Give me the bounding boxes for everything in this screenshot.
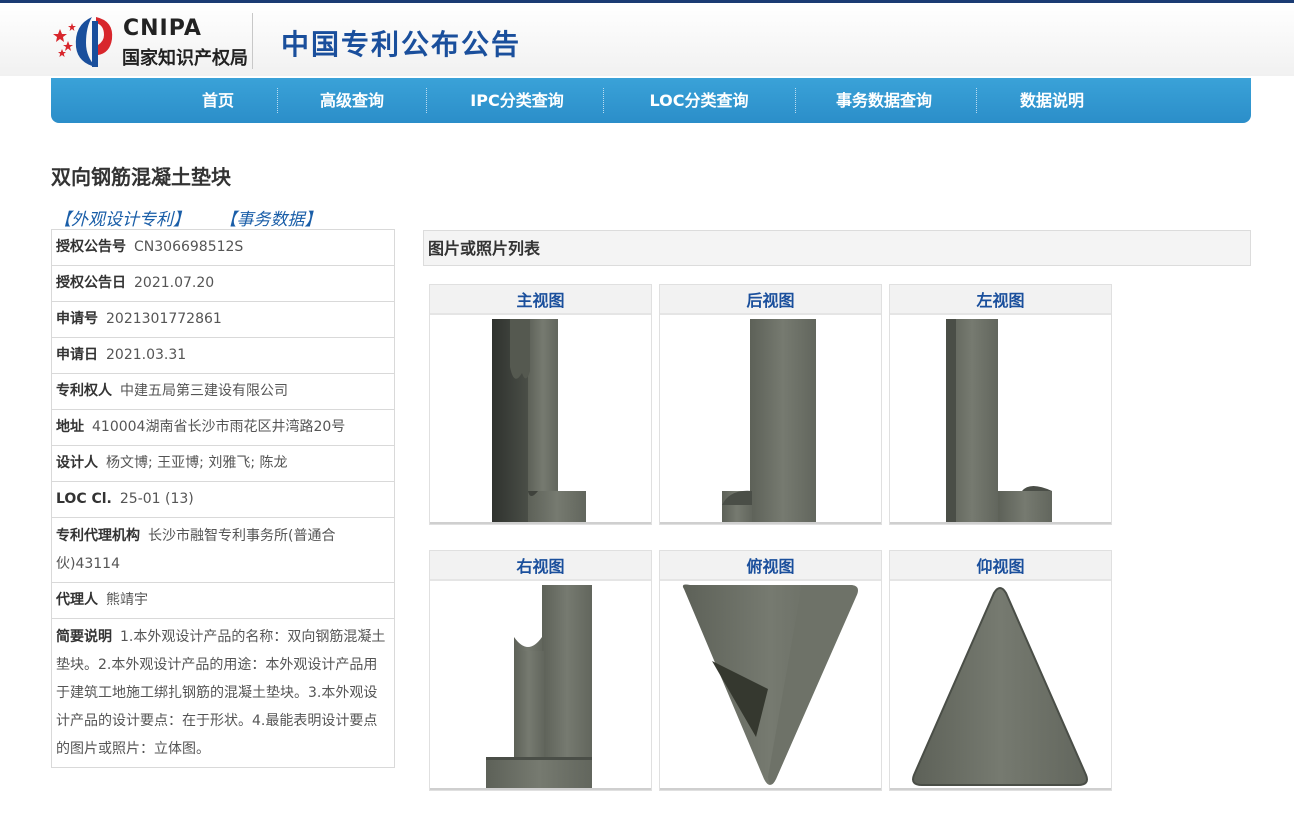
patent-info-table: 授权公告号 CN306698512S 授权公告日 2021.07.20 申请号 202… [51, 229, 395, 768]
info-row: 申请号 2021301772861 [52, 302, 394, 338]
info-key: LOC Cl. [56, 491, 112, 507]
design-patent-link[interactable]: 【外观设计专利】 [54, 210, 190, 230]
nav-advanced-search[interactable]: 高级查询 [320, 78, 384, 123]
info-value: 2021.07.20 [134, 275, 215, 291]
photo-card-bottom[interactable]: 仰视图 [889, 550, 1112, 791]
main-nav: 首页 高级查询 IPC分类查询 LOC分类查询 事务数据查询 数据说明 [51, 78, 1251, 123]
photo-caption: 左视图 [890, 285, 1111, 315]
transaction-data-link[interactable]: 【事务数据】 [228, 210, 322, 230]
info-row: LOC Cl. 25-01 (13) [52, 482, 394, 518]
info-key: 专利代理机构 [56, 528, 140, 544]
info-key: 授权公告号 [56, 239, 126, 255]
photo-card-top[interactable]: 俯视图 [659, 550, 882, 791]
card-bottom-line [430, 788, 651, 790]
logo-text-en: CNIPA [123, 16, 202, 41]
logo-divider [252, 13, 253, 69]
nav-loc-search[interactable]: LOC分类查询 [650, 78, 749, 123]
card-bottom-line [660, 788, 881, 790]
cnipa-logo[interactable]: CNIPA 国家知识产权局 [52, 11, 252, 71]
nav-transaction-search[interactable]: 事务数据查询 [836, 78, 932, 123]
info-value: 中建五局第三建设有限公司 [120, 383, 288, 399]
photo-caption: 右视图 [430, 551, 651, 581]
logo-text-cn: 国家知识产权局 [122, 48, 248, 69]
card-bottom-line [890, 522, 1111, 524]
info-row: 授权公告号 CN306698512S [52, 230, 394, 266]
info-value: 熊靖宇 [106, 592, 148, 608]
info-key: 设计人 [56, 455, 98, 471]
info-value: 1.本外观设计产品的名称：双向钢筋混凝土垫块。2.本外观设计产品的用途：本外观设… [56, 629, 386, 757]
photo-caption: 仰视图 [890, 551, 1111, 581]
front-view-image [492, 319, 586, 523]
photo-card-front[interactable]: 主视图 [429, 284, 652, 525]
site-header: CNIPA 国家知识产权局 中国专利公布公告 [0, 3, 1294, 76]
right-view-image [486, 585, 592, 789]
photo-card-left[interactable]: 左视图 [889, 284, 1112, 525]
record-links: 【外观设计专利】 【事务数据】 [54, 205, 360, 230]
nav-divider [426, 88, 427, 113]
nav-divider [603, 88, 604, 113]
info-value: 2021301772861 [106, 311, 222, 327]
info-row: 专利代理机构 长沙市融智专利事务所(普通合伙)43114 [52, 518, 394, 583]
info-row: 地址 410004湖南省长沙市雨花区井湾路20号 [52, 410, 394, 446]
nav-divider [976, 88, 977, 113]
card-bottom-line [660, 522, 881, 524]
info-row: 申请日 2021.03.31 [52, 338, 394, 374]
cnipa-emblem-icon [53, 17, 113, 67]
info-key: 地址 [56, 419, 84, 435]
nav-home[interactable]: 首页 [202, 78, 234, 123]
info-row: 代理人 熊靖宇 [52, 583, 394, 619]
nav-data-description[interactable]: 数据说明 [1020, 78, 1084, 123]
info-value: 25-01 (13) [119, 491, 194, 507]
info-key: 申请日 [56, 347, 98, 363]
card-bottom-line [890, 788, 1111, 790]
nav-ipc-search[interactable]: IPC分类查询 [470, 78, 563, 123]
left-view-image [946, 319, 1052, 523]
info-value: 410004湖南省长沙市雨花区井湾路20号 [92, 419, 346, 435]
info-key: 简要说明 [56, 629, 112, 645]
info-key: 专利权人 [56, 383, 112, 399]
photo-card-back[interactable]: 后视图 [659, 284, 882, 525]
info-row: 专利权人 中建五局第三建设有限公司 [52, 374, 394, 410]
nav-divider [795, 88, 796, 113]
info-row: 授权公告日 2021.07.20 [52, 266, 394, 302]
photo-list-heading: 图片或照片列表 [423, 230, 1251, 266]
info-row: 设计人 杨文博; 王亚博; 刘雅飞; 陈龙 [52, 446, 394, 482]
back-view-image [722, 319, 816, 523]
info-key: 代理人 [56, 592, 98, 608]
top-view-image [682, 584, 858, 785]
page-title: 双向钢筋混凝土垫块 [51, 165, 231, 189]
info-value: CN306698512S [134, 239, 244, 255]
info-value: 杨文博; 王亚博; 刘雅飞; 陈龙 [106, 455, 288, 471]
photo-caption: 俯视图 [660, 551, 881, 581]
info-key: 授权公告日 [56, 275, 126, 291]
info-key: 申请号 [56, 311, 98, 327]
nav-divider [277, 88, 278, 113]
card-bottom-line [430, 522, 651, 524]
site-title: 中国专利公布公告 [281, 28, 522, 61]
photo-caption: 后视图 [660, 285, 881, 315]
photo-caption: 主视图 [430, 285, 651, 315]
info-row: 简要说明 1.本外观设计产品的名称：双向钢筋混凝土垫块。2.本外观设计产品的用途：… [52, 619, 394, 767]
photo-card-right[interactable]: 右视图 [429, 550, 652, 791]
info-value: 2021.03.31 [106, 347, 187, 363]
bottom-view-image [912, 587, 1088, 786]
